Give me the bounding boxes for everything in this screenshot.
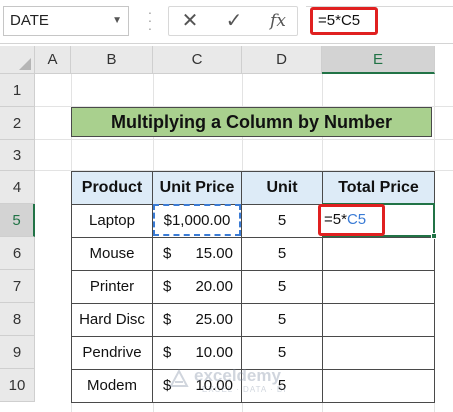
column-header-c[interactable]: C (153, 46, 242, 74)
row-header-8[interactable]: 8 (0, 303, 35, 336)
name-box-value: DATE (10, 12, 49, 29)
table-header-unit[interactable]: Unit (241, 171, 323, 205)
chevron-down-icon[interactable]: ▼ (112, 7, 122, 35)
column-header-e[interactable]: E (322, 46, 435, 74)
cell-product[interactable]: Hard Disc (71, 303, 153, 337)
active-cell-editor[interactable]: =5*C5 (318, 204, 385, 236)
table-header-unit-price[interactable]: Unit Price (152, 171, 242, 205)
cell-unit[interactable]: 5 (241, 303, 323, 337)
cell-unit-price-value: 20.00 (195, 278, 233, 295)
gridline (35, 139, 453, 140)
table-header-total-price[interactable]: Total Price (322, 171, 435, 205)
close-icon[interactable]: ✕ (175, 7, 205, 35)
cell-total-price[interactable] (322, 336, 435, 370)
cell-unit[interactable]: 5 (241, 270, 323, 304)
cell-product[interactable]: Printer (71, 270, 153, 304)
row-header-7[interactable]: 7 (0, 270, 35, 303)
checkmark-icon[interactable]: ✓ (219, 7, 249, 35)
column-header-a[interactable]: A (35, 46, 71, 74)
cell-unit[interactable]: 5 (241, 204, 323, 238)
row-header-3[interactable]: 3 (0, 140, 35, 171)
watermark-brand: exceldemy (194, 366, 281, 385)
row-header-5[interactable]: 5 (0, 204, 35, 237)
column-header-b[interactable]: B (71, 46, 153, 74)
cell-unit-price[interactable]: $ 15.00 (152, 237, 242, 271)
cell-total-price[interactable] (322, 237, 435, 271)
cell-total-price[interactable] (322, 369, 435, 403)
formula-text[interactable]: =5*C5 (310, 7, 378, 35)
row-header-6[interactable]: 6 (0, 237, 35, 270)
currency-symbol: $ (163, 278, 172, 295)
table-header-product[interactable]: Product (71, 171, 153, 205)
currency-symbol: $ (163, 245, 172, 262)
cell-unit-price[interactable]: $ 25.00 (152, 303, 242, 337)
row-header-9[interactable]: 9 (0, 336, 35, 369)
active-cell-formula-prefix: =5* (324, 211, 347, 228)
row-header-4[interactable]: 4 (0, 171, 35, 204)
cell-product[interactable]: Modem (71, 369, 153, 403)
sheet-title[interactable]: Multiplying a Column by Number (71, 107, 432, 137)
cell-total-price[interactable] (322, 303, 435, 337)
select-all-corner[interactable] (0, 46, 35, 74)
fill-handle[interactable] (431, 233, 437, 239)
cell-product[interactable]: Pendrive (71, 336, 153, 370)
column-header-d[interactable]: D (242, 46, 322, 74)
fx-icon[interactable]: fx (263, 7, 293, 35)
formula-bar: DATE ▼ · · · ✕ ✓ fx =5*C5 (0, 0, 453, 44)
cell-unit[interactable]: 5 (241, 237, 323, 271)
watermark-tagline: EXCEL · DATA · BI (202, 385, 287, 394)
cell-unit-price[interactable]: $ 20.00 (152, 270, 242, 304)
cell-product[interactable]: Mouse (71, 237, 153, 271)
row-header-2[interactable]: 2 (0, 107, 35, 140)
cell-total-price[interactable] (322, 270, 435, 304)
formula-buttons: ✕ ✓ fx (168, 6, 298, 36)
exceldemy-logo-icon (169, 368, 189, 387)
watermark: exceldemy EXCEL · DATA · BI (168, 362, 308, 398)
row-header-10[interactable]: 10 (0, 369, 35, 402)
name-box[interactable]: DATE ▼ (3, 6, 129, 36)
cell-unit-price-value: 15.00 (195, 245, 233, 262)
active-cell-reference: C5 (346, 211, 367, 228)
referenced-cell-marquee (153, 204, 241, 236)
drag-handle-icon[interactable]: · · · (147, 5, 153, 35)
cell-product[interactable]: Laptop (71, 204, 153, 238)
cell-unit-price-value: 25.00 (195, 311, 233, 328)
row-header-1[interactable]: 1 (0, 74, 35, 107)
currency-symbol: $ (163, 311, 172, 328)
